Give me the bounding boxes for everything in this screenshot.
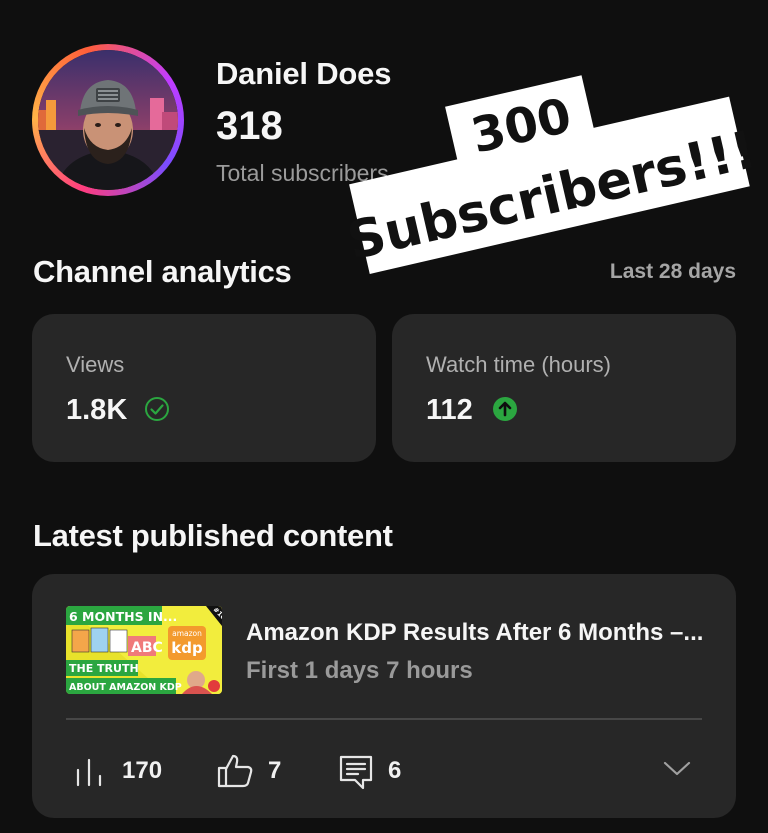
- comment-icon[interactable]: [338, 754, 374, 790]
- arrow-up-circle-icon: [493, 397, 517, 421]
- views-count: 170: [122, 757, 163, 784]
- thumbnail-image: 6 MONTHS IN... ABC amazon kdp #10 THE TR…: [66, 606, 222, 694]
- latest-content-title: Latest published content: [33, 518, 393, 553]
- date-range-label[interactable]: Last 28 days: [610, 260, 736, 284]
- video-title[interactable]: Amazon KDP Results After 6 Months –...: [246, 619, 703, 647]
- video-period: First 1 days 7 hours: [246, 657, 473, 684]
- channel-avatar-ring: [32, 44, 184, 196]
- check-circle-icon: [145, 397, 169, 421]
- views-card[interactable]: Views 1.8K: [32, 314, 376, 462]
- video-thumbnail[interactable]: 6 MONTHS IN... ABC amazon kdp #10 THE TR…: [66, 606, 222, 694]
- svg-text:ABOUT AMAZON KDP: ABOUT AMAZON KDP: [69, 682, 182, 693]
- svg-text:amazon: amazon: [172, 629, 202, 638]
- divider: [66, 718, 702, 720]
- avatar-image: [38, 50, 178, 190]
- svg-text:6 MONTHS IN...: 6 MONTHS IN...: [69, 609, 177, 624]
- likes-count: 7: [268, 757, 282, 784]
- sticker-line1: 300: [466, 88, 576, 165]
- svg-text:kdp: kdp: [171, 639, 203, 657]
- comments-count: 6: [388, 757, 402, 784]
- watch-time-card[interactable]: Watch time (hours) 112: [392, 314, 736, 462]
- bar-chart-icon: [76, 758, 102, 787]
- avatar[interactable]: [38, 50, 178, 190]
- thumbs-up-icon[interactable]: [216, 752, 254, 790]
- channel-analytics-title: Channel analytics: [33, 254, 292, 289]
- views-value: 1.8K: [66, 394, 128, 426]
- views-label: Views: [66, 352, 125, 377]
- svg-text:ABC: ABC: [131, 640, 163, 656]
- watch-time-value: 112: [426, 394, 473, 426]
- subscriber-label: Total subscribers: [216, 160, 389, 186]
- channel-name: Daniel Does: [216, 56, 392, 91]
- svg-text:THE TRUTH: THE TRUTH: [69, 662, 139, 675]
- sticker-line2: Subscribers!!!: [342, 120, 762, 272]
- watch-time-label: Watch time (hours): [426, 352, 612, 377]
- subscriber-count: 318: [216, 104, 283, 148]
- chevron-down-icon[interactable]: [662, 758, 692, 778]
- latest-video-card[interactable]: 6 MONTHS IN... ABC amazon kdp #10 THE TR…: [32, 574, 736, 818]
